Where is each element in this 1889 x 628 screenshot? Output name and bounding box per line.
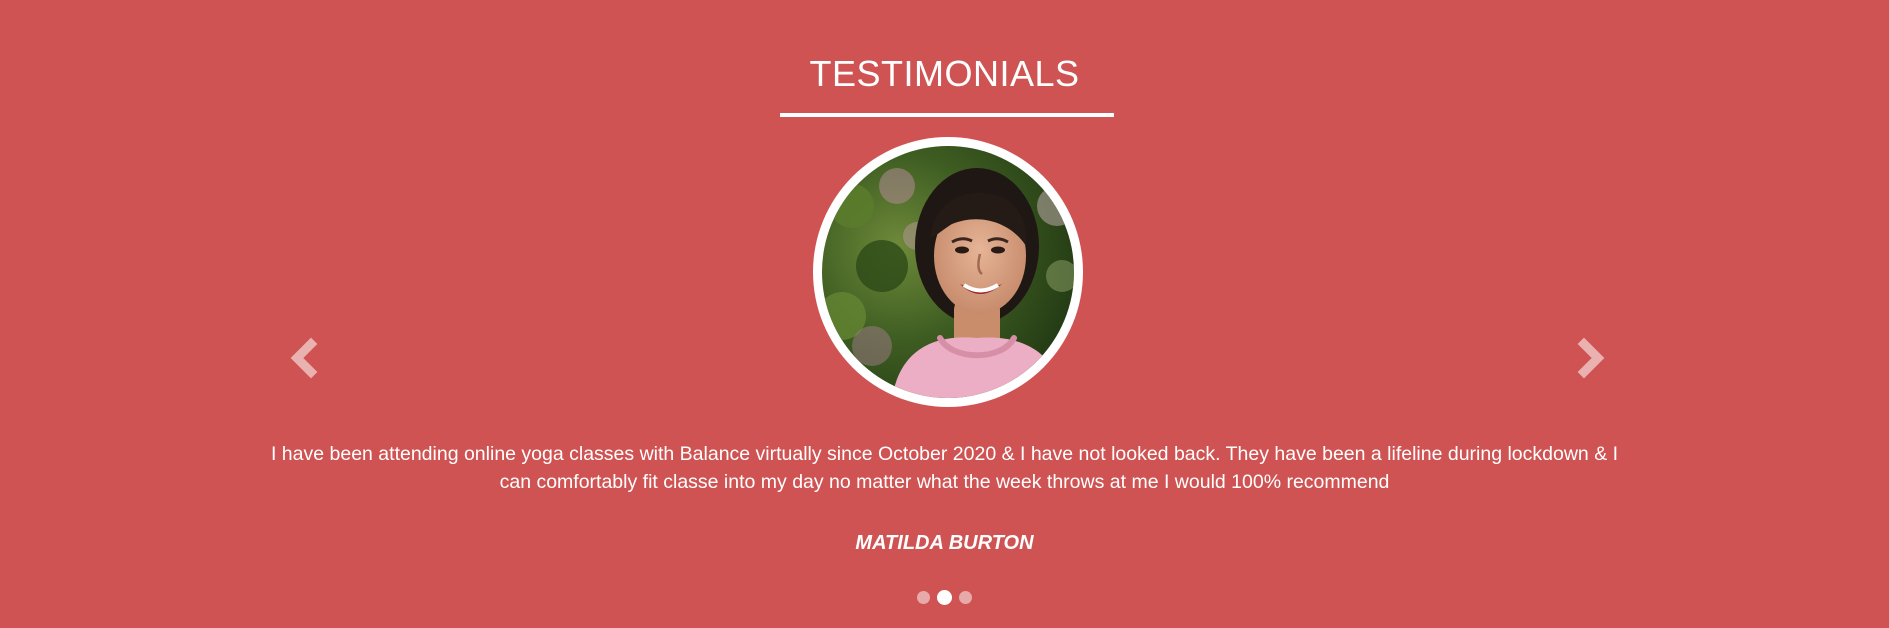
chevron-left-icon: [290, 337, 318, 379]
carousel-indicators: [917, 589, 977, 605]
testimonial-avatar: [822, 146, 1074, 398]
testimonials-section: TESTIMONIALS I have been attending onlin…: [0, 0, 1889, 628]
next-slide-button[interactable]: [1570, 336, 1610, 380]
chevron-right-icon: [1577, 337, 1605, 379]
avatar-frame: [813, 137, 1083, 407]
testimonial-quote: I have been attending online yoga classe…: [270, 443, 1619, 493]
carousel-dot-active[interactable]: [937, 589, 952, 605]
carousel-dot[interactable]: [917, 590, 930, 604]
title-underline: [780, 113, 1114, 117]
previous-slide-button[interactable]: [285, 336, 325, 380]
testimonial-author: MATILDA BURTON: [855, 532, 1034, 554]
section-title: TESTIMONIALS: [809, 53, 1080, 94]
carousel-dot[interactable]: [959, 590, 972, 604]
